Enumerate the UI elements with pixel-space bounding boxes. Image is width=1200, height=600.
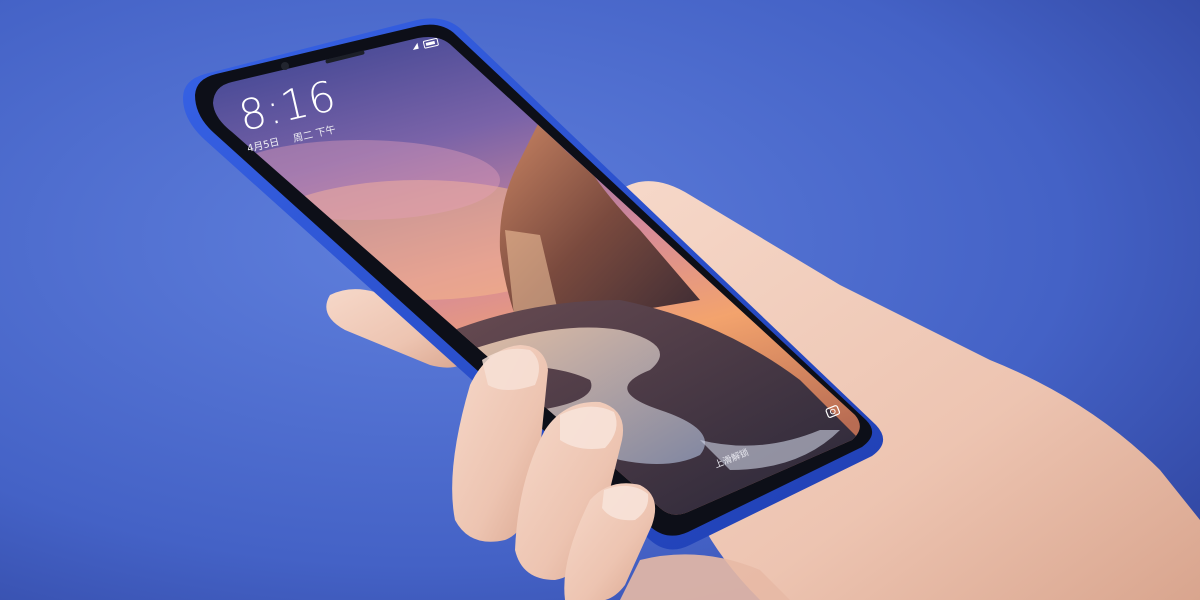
photo-canvas: 8:16 4月5日 周二 下午 上滑解锁 [0, 0, 1200, 600]
front-camera [281, 62, 289, 70]
product-photo: 8:16 4月5日 周二 下午 上滑解锁 [0, 0, 1200, 600]
